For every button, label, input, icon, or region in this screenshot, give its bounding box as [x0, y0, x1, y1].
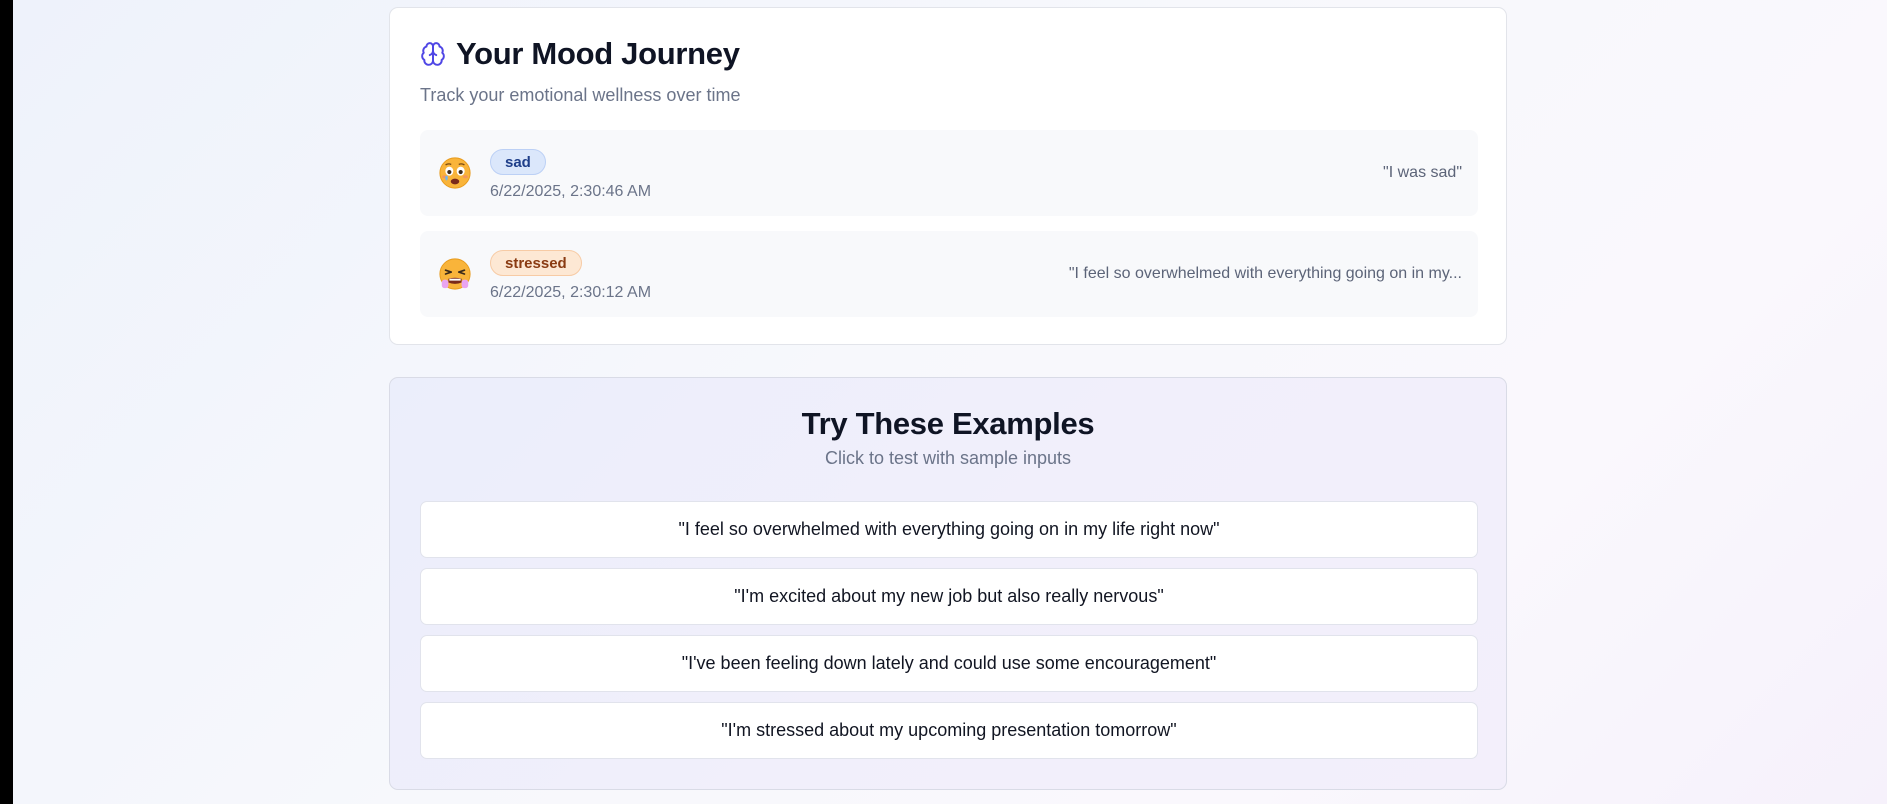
entry-timestamp: 6/22/2025, 2:30:46 AM — [490, 183, 652, 200]
mood-entry: stressed 6/22/2025, 2:30:12 AM "I feel s… — [420, 231, 1478, 317]
page-subtitle: Track your emotional wellness over time — [420, 85, 741, 105]
left-edge-strip — [0, 0, 13, 804]
stressed-face-icon — [439, 258, 471, 290]
mood-journey-card: Your Mood Journey Track your emotional w… — [389, 7, 1507, 345]
brain-icon — [420, 41, 446, 67]
examples-card: Try These Examples Click to test with sa… — [389, 377, 1507, 790]
entry-timestamp: 6/22/2025, 2:30:12 AM — [490, 284, 652, 301]
example-button-presentation[interactable]: "I'm stressed about my upcoming presenta… — [420, 702, 1478, 759]
mood-entry: sad 6/22/2025, 2:30:46 AM "I was sad" — [420, 130, 1478, 216]
mood-journey-header: Your Mood Journey — [420, 36, 740, 72]
example-button-new-job[interactable]: "I'm excited about my new job but also r… — [420, 568, 1478, 625]
examples-subtitle: Click to test with sample inputs — [824, 448, 1072, 468]
entry-quote: "I feel so overwhelmed with everything g… — [1068, 265, 1462, 282]
page-title: Your Mood Journey — [456, 36, 740, 71]
examples-title: Try These Examples — [801, 406, 1095, 441]
worried-face-icon — [439, 157, 471, 189]
mood-tag-stressed: stressed — [490, 250, 582, 276]
mood-tag-sad: sad — [490, 149, 546, 175]
example-button-feeling-down[interactable]: "I've been feeling down lately and could… — [420, 635, 1478, 692]
example-button-overwhelmed[interactable]: "I feel so overwhelmed with everything g… — [420, 501, 1478, 558]
entry-quote: "I was sad" — [1383, 164, 1462, 181]
